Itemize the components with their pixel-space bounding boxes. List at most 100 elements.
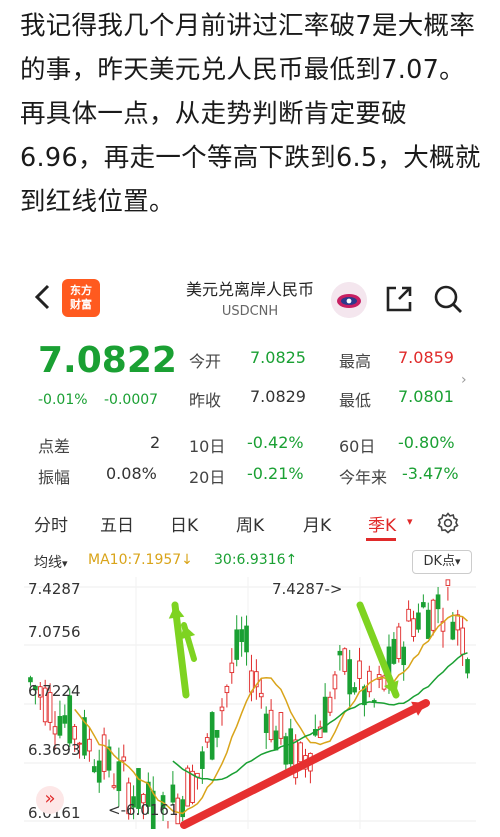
share-icon[interactable] <box>384 284 414 314</box>
candle-body <box>263 713 269 733</box>
tab-weekly[interactable]: 周K <box>236 511 264 536</box>
candle-body <box>268 709 274 741</box>
top-bar: 东方 财富 美元兑离岸人民币 USDCNH <box>0 266 500 330</box>
candle-body <box>421 602 426 608</box>
candle-body <box>273 730 279 751</box>
y-tick-label: 7.0756 <box>28 623 81 641</box>
indicator-legend: 均线▾ MA10:7.1957↓ 30:6.9316↑ DK点▾ <box>0 550 500 576</box>
candlestick-chart[interactable] <box>24 577 476 829</box>
last-price: 7.0822 <box>38 340 177 381</box>
dk-point-button[interactable]: DK点▾ <box>412 550 472 574</box>
ytd-value: -3.47% <box>402 464 459 483</box>
y-tick-label: 6.3693 <box>28 741 81 759</box>
candle-body <box>283 736 289 765</box>
candle-body <box>200 751 205 769</box>
change-value: -0.0007 <box>104 392 159 408</box>
d20-value: -0.21% <box>247 464 304 483</box>
candle-body <box>185 767 190 807</box>
candle-body <box>91 766 97 773</box>
d60-value: -0.80% <box>398 433 455 452</box>
candle-body <box>411 618 416 637</box>
tab-monthly[interactable]: 月K <box>303 511 331 536</box>
tab-five-day[interactable]: 五日 <box>100 511 134 536</box>
candle-body <box>416 612 421 630</box>
candle-body <box>278 712 284 739</box>
candle-body <box>224 685 230 694</box>
candle-body <box>298 742 303 763</box>
candle-body <box>229 662 235 674</box>
candle-body <box>332 674 338 690</box>
candle-body <box>239 629 244 643</box>
search-icon[interactable] <box>432 283 464 315</box>
candle-body <box>57 716 63 736</box>
candle-body <box>111 785 117 788</box>
candle-body <box>101 734 107 772</box>
candle-body <box>465 659 470 674</box>
candle-body <box>347 659 352 695</box>
active-tab-underline <box>366 538 396 541</box>
prev-close-label: 昨收 <box>189 391 222 410</box>
green-arrow-up <box>171 601 190 699</box>
candle-body <box>371 700 377 702</box>
candle-body <box>121 756 127 762</box>
candle-body <box>391 638 397 664</box>
tab-quarterly[interactable]: 季K <box>368 511 396 536</box>
amplitude-label: 振幅 <box>38 468 71 487</box>
change-percent: -0.01% <box>38 392 88 408</box>
high-label: 最高 <box>339 352 372 371</box>
high-value: 7.0859 <box>398 348 454 367</box>
amplitude-value: 0.08% <box>106 464 157 483</box>
candle-body <box>214 730 220 738</box>
low-label: 最低 <box>339 391 372 410</box>
candle-body <box>219 706 225 712</box>
candle-body <box>425 609 431 639</box>
candle-body <box>96 760 102 783</box>
candle-body <box>401 646 407 666</box>
instrument-title: 美元兑离岸人民币 <box>185 280 314 299</box>
candle-body <box>204 737 210 743</box>
candle-body <box>170 784 176 803</box>
candle-body <box>450 621 456 640</box>
gear-icon[interactable] <box>436 511 460 535</box>
expand-quote-icon[interactable]: › <box>461 372 467 388</box>
candle-body <box>62 715 68 724</box>
candle-body <box>258 692 264 698</box>
max-price-label: 7.4287-> <box>272 580 343 598</box>
candle-body <box>52 726 58 735</box>
period-tabs: 分时 五日 日K 周K 月K 季K ▾ <box>0 505 500 541</box>
candle-body <box>72 726 77 740</box>
candle-body <box>327 696 333 713</box>
candle-body <box>352 687 357 693</box>
candle-body <box>67 695 73 744</box>
candle-body <box>396 626 402 659</box>
tab-intraday[interactable]: 分时 <box>34 511 68 536</box>
app-logo: 东方 财富 <box>62 279 100 317</box>
candle-body <box>455 614 461 631</box>
d60-label: 60日 <box>339 437 376 456</box>
tab-daily[interactable]: 日K <box>170 511 198 536</box>
post-text: 我记得我几个月前讲过汇率破7是大概率的事，昨天美元兑人民币最低到7.07。再具体… <box>20 11 481 217</box>
candle-body <box>445 579 451 586</box>
prev-close-value: 7.0829 <box>250 387 306 406</box>
candle-body <box>234 629 240 660</box>
candle-body <box>406 608 411 622</box>
candle-body <box>209 712 215 760</box>
open-value: 7.0825 <box>250 348 306 367</box>
d10-value: -0.42% <box>247 433 304 452</box>
candle-body <box>430 599 436 631</box>
tab-dropdown-icon[interactable]: ▾ <box>407 515 413 528</box>
open-label: 今开 <box>189 352 222 371</box>
indicator-selector[interactable]: 均线▾ <box>34 552 68 572</box>
candle-body <box>87 738 92 752</box>
quote-panel: 7.0822 -0.01% -0.0007 今开 7.0825 最高 7.085… <box>0 336 500 496</box>
d20-label: 20日 <box>189 468 226 487</box>
min-price-label: <-6.0161 <box>108 801 179 819</box>
y-tick-label: 6.7224 <box>28 682 81 700</box>
ma30-value: 30:6.9316↑ <box>214 552 298 568</box>
collapse-icon[interactable]: » <box>36 786 64 814</box>
avatar[interactable] <box>331 282 367 318</box>
back-arrow-icon[interactable] <box>28 282 58 312</box>
candle-body <box>342 648 348 672</box>
candle-body <box>357 660 362 679</box>
candle-body <box>337 650 343 656</box>
